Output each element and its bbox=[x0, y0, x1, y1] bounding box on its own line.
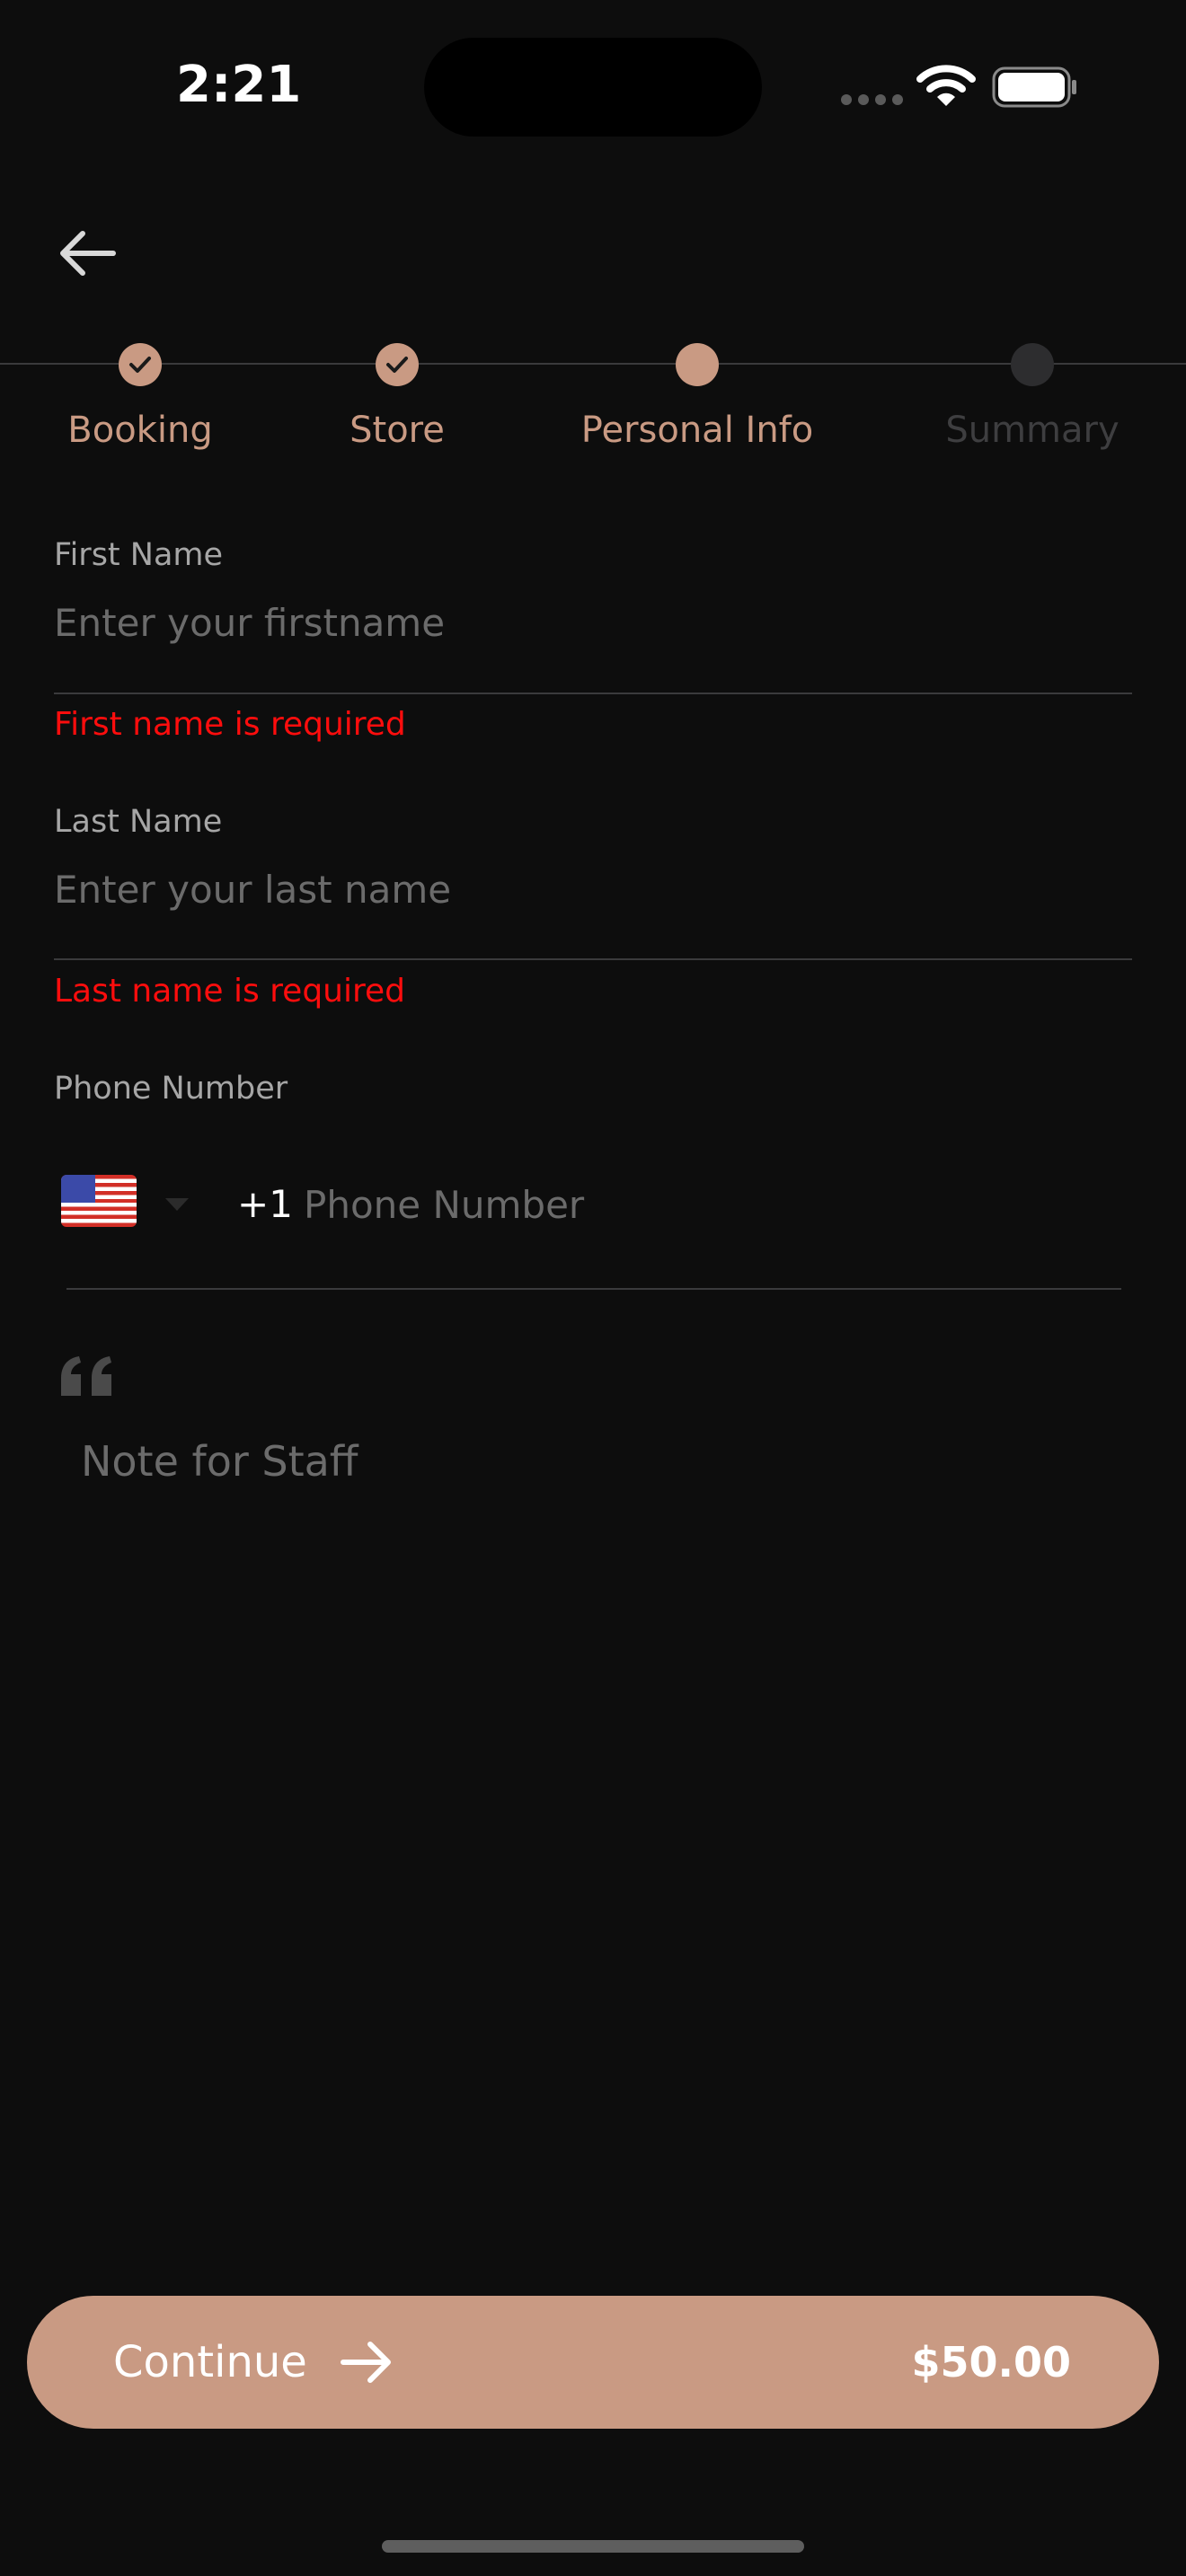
first-name-error: First name is required bbox=[54, 706, 406, 743]
step-booking-label[interactable]: Booking bbox=[67, 410, 212, 451]
last-name-error: Last name is required bbox=[54, 973, 406, 1010]
step-store-label[interactable]: Store bbox=[350, 410, 445, 451]
stepper-track bbox=[0, 363, 1186, 365]
note-for-staff-input[interactable] bbox=[81, 1437, 1114, 1509]
step-personal-info-dot bbox=[676, 343, 719, 386]
last-name-input[interactable] bbox=[54, 858, 1132, 921]
step-store-check-icon bbox=[376, 343, 419, 386]
us-flag-icon[interactable] bbox=[61, 1175, 137, 1227]
step-summary-dot bbox=[1011, 343, 1054, 386]
battery-icon bbox=[992, 66, 1076, 108]
continue-label: Continue bbox=[113, 2337, 307, 2387]
first-name-label: First Name bbox=[54, 537, 224, 573]
quote-icon bbox=[61, 1356, 111, 1396]
chevron-down-icon[interactable] bbox=[165, 1198, 189, 1213]
step-booking-check-icon bbox=[119, 343, 162, 386]
status-time: 2:21 bbox=[176, 56, 302, 114]
total-price: $50.00 bbox=[911, 2338, 1071, 2386]
continue-button[interactable]: Continue $50.00 bbox=[27, 2296, 1159, 2429]
dial-code: +1 bbox=[237, 1182, 293, 1226]
phone-number-label: Phone Number bbox=[54, 1071, 288, 1107]
arrow-right-icon bbox=[340, 2340, 394, 2385]
phone-number-underline bbox=[66, 1288, 1121, 1290]
home-indicator bbox=[382, 2540, 804, 2553]
step-personal-info-label[interactable]: Personal Info bbox=[581, 410, 813, 451]
wifi-icon bbox=[916, 65, 976, 106]
first-name-input[interactable] bbox=[54, 591, 1132, 654]
back-arrow-icon[interactable] bbox=[56, 226, 119, 280]
step-summary-label: Summary bbox=[945, 410, 1120, 451]
first-name-underline bbox=[54, 693, 1132, 694]
last-name-label: Last Name bbox=[54, 804, 223, 840]
dynamic-island bbox=[424, 38, 762, 137]
cellular-signal-icon bbox=[841, 94, 903, 105]
phone-number-input[interactable] bbox=[304, 1173, 1112, 1236]
last-name-underline bbox=[54, 958, 1132, 960]
